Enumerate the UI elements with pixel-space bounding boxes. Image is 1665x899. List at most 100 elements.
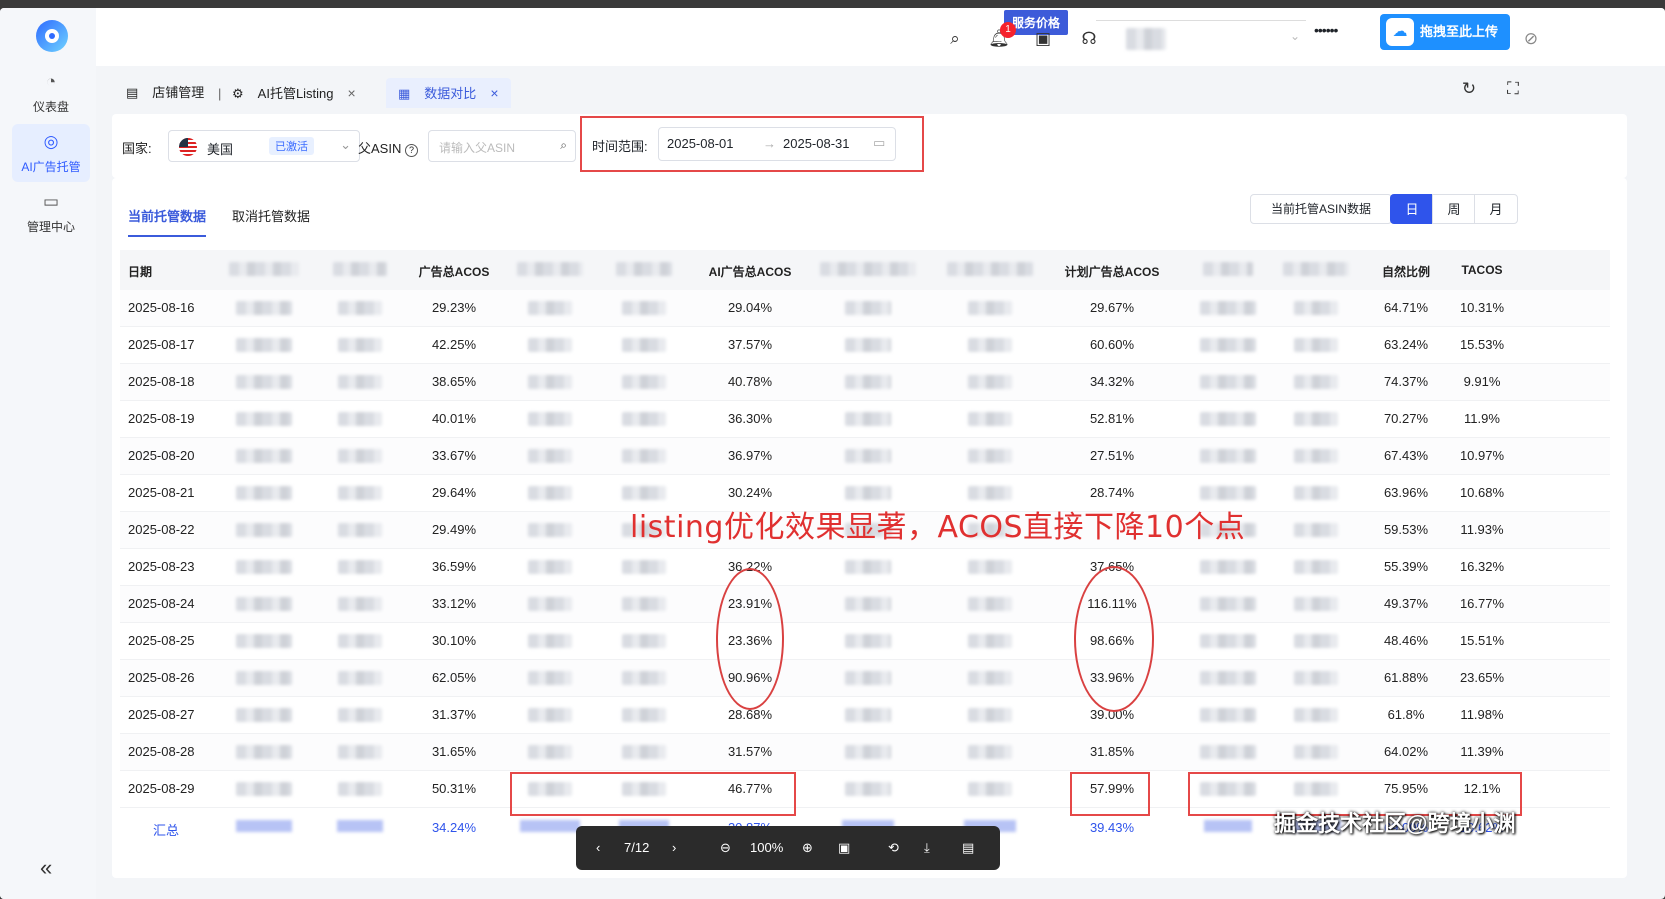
blurred-cell [845, 782, 891, 796]
blurred-cell [236, 782, 292, 796]
cell-ai-acos: 30.24% [727, 485, 773, 500]
next-page-icon[interactable]: › [672, 840, 676, 855]
end-date[interactable]: 2025-08-31 [783, 136, 850, 151]
cell-tacos: 9.91% [1463, 374, 1501, 389]
prev-page-icon[interactable]: ‹ [596, 840, 600, 855]
tab-ai-listing[interactable]: ⚙ AI托管Listing × [232, 78, 356, 108]
col-blurred [616, 262, 672, 276]
blurred-cell [236, 523, 292, 537]
blurred-cell [528, 560, 572, 574]
blurred-cell [338, 486, 382, 500]
account-select[interactable]: ⌄ [1096, 20, 1306, 56]
cell-ad-acos: 30.10% [431, 633, 477, 648]
sidebar-item-management[interactable]: ▭ 管理中心 [12, 184, 90, 242]
cell-tacos: 11.98% [1460, 707, 1504, 722]
cell-date: 2025-08-21 [128, 485, 195, 500]
blurred-cell [528, 597, 572, 611]
cell-ad-acos: 33.12% [431, 596, 477, 611]
collapse-sidebar-icon[interactable]: « [40, 855, 52, 881]
bookmark-icon[interactable]: ▣ [1032, 28, 1054, 50]
cloud-upload-icon: ☁ [1386, 18, 1414, 46]
col-organic-ratio: 自然比例 [1381, 265, 1431, 279]
start-date[interactable]: 2025-08-01 [667, 136, 734, 151]
blurred-cell [338, 338, 382, 352]
blurred-cell [1294, 597, 1338, 611]
sidebar-item-label: 管理中心 [26, 220, 75, 234]
tab-cancelled-hosted[interactable]: 取消托管数据 [232, 206, 310, 225]
tab-data-compare[interactable]: ▦ 数据对比 × [386, 78, 511, 108]
blurred-cell [236, 338, 292, 352]
page-indicator: 7/12 [624, 840, 650, 855]
cell-organic: 64.71% [1383, 300, 1429, 315]
period-week[interactable]: 周 [1432, 194, 1476, 224]
blurred-cell [528, 412, 572, 426]
blurred-cell [338, 375, 382, 389]
calendar-icon: ▭ [873, 135, 886, 150]
fit-icon[interactable]: ▣ [838, 840, 850, 856]
annotation-text: listing优化效果显著，ACOS直接下降10个点 [630, 510, 1246, 545]
masked-account: •••••• [1314, 22, 1338, 38]
fullscreen-icon[interactable]: ⛶ [1502, 78, 1524, 100]
blurred-cell [845, 708, 891, 722]
current-asin-data-button[interactable]: 当前托管ASIN数据 [1250, 194, 1392, 224]
chevron-down-icon: ⌄ [1289, 29, 1300, 43]
tab-store-management[interactable]: ▤ 店铺管理 [126, 78, 204, 108]
col-blurred [1203, 262, 1253, 276]
blurred-cell [845, 634, 891, 648]
sidebar-item-ai-ads[interactable]: ◎ AI广告托管 [12, 124, 90, 182]
blurred-cell [622, 486, 666, 500]
parent-asin-input[interactable]: 请输入父ASIN ⌕ [428, 130, 576, 162]
cell-organic: 61.8% [1387, 707, 1425, 722]
cell-date: 2025-08-16 [128, 300, 195, 315]
cell-tacos: 15.51% [1459, 633, 1505, 648]
cell-tacos: 16.77% [1459, 596, 1505, 611]
refresh-icon[interactable]: ↻ [1458, 78, 1480, 100]
watermark: 掘金技术社区@跨境小渊 [1274, 811, 1516, 836]
period-month[interactable]: 月 [1474, 194, 1518, 224]
cell-organic: 48.46% [1383, 633, 1429, 648]
blurred-cell [1294, 745, 1338, 759]
period-day[interactable]: 日 [1390, 194, 1434, 224]
blurred-cell [338, 560, 382, 574]
summary-plan-acos: 39.43% [1089, 820, 1135, 835]
summary-label: 汇总 [152, 823, 180, 838]
top-bar: 服务价格 ⌕ 🔔︎ 1 ▣ ☊ ⌄ •••••• ☁ 拖拽至此上传 ⊘ [96, 8, 1665, 66]
status-badge: 已激活 [269, 137, 314, 155]
blurred-cell [236, 745, 292, 759]
tab-current-hosted[interactable]: 当前托管数据 [128, 206, 207, 237]
eye-off-icon[interactable]: ⊘ [1520, 28, 1542, 50]
comment-icon[interactable]: ▤ [962, 840, 974, 856]
cell-tacos: 11.93% [1460, 522, 1504, 537]
country-select[interactable]: 美国 已激活 ⌄ [168, 130, 360, 162]
cell-ad-acos: 42.25% [431, 337, 477, 352]
date-range-picker[interactable]: 2025-08-01 → 2025-08-31 ▭ [658, 127, 896, 161]
blurred-cell [968, 634, 1012, 648]
rotate-icon[interactable]: ⟲ [888, 840, 899, 856]
close-icon[interactable]: × [490, 85, 498, 101]
search-icon[interactable]: ⌕ [944, 28, 966, 50]
blurred-cell [1200, 597, 1256, 611]
blurred-cell [845, 449, 891, 463]
time-range-label: 时间范围: [592, 139, 648, 154]
cell-plan-acos: 60.60% [1089, 337, 1135, 352]
zoom-out-icon[interactable]: ⊖ [720, 840, 731, 856]
download-icon[interactable]: ⤓ [924, 840, 930, 856]
blurred-cell [1294, 301, 1338, 315]
sidebar-item-dashboard[interactable]: ◔ 仪表盘 [12, 64, 90, 122]
bell-icon[interactable]: 🔔︎ 1 [988, 22, 1016, 50]
us-flag-icon [179, 138, 197, 156]
blurred-cell [1200, 301, 1256, 315]
zoom-in-icon[interactable]: ⊕ [802, 840, 813, 856]
blurred-cell [622, 634, 666, 648]
ai-ad-icon: ◎ [43, 132, 59, 151]
blurred-cell [528, 745, 572, 759]
table-row: 2025-08-27 31.37% 28.68% 39.00% 61.8% 11.98% [120, 697, 1610, 734]
table-row: 2025-08-16 29.23% 29.04% 29.67% 64.71% 10.31% [120, 290, 1610, 327]
highlight-box-ai-summary [510, 772, 796, 816]
upload-drop-button[interactable]: ☁ 拖拽至此上传 [1380, 14, 1510, 50]
cell-plan-acos: 27.51% [1089, 448, 1135, 463]
help-icon[interactable]: ? [404, 144, 418, 157]
close-icon[interactable]: × [348, 85, 356, 101]
cell-ad-acos: 33.67% [431, 448, 477, 463]
cell-ad-acos: 31.37% [431, 707, 477, 722]
